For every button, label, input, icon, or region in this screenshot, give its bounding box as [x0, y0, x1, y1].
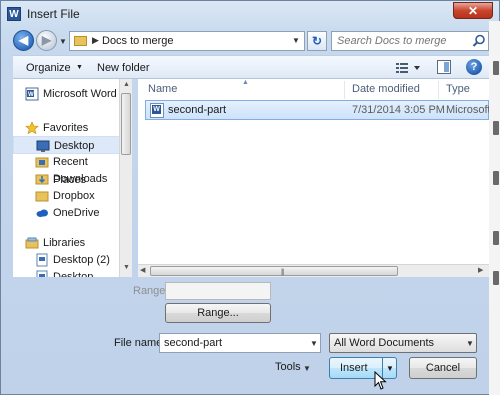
- nav-label: Favorites: [43, 122, 89, 134]
- recent-locations-chevron-icon[interactable]: ▼: [59, 37, 67, 46]
- scroll-up-icon[interactable]: ▲: [123, 81, 130, 88]
- file-name-input[interactable]: [160, 334, 306, 352]
- column-header-name[interactable]: Name: [148, 83, 177, 95]
- scrollbar-thumb[interactable]: [121, 93, 131, 155]
- nav-label: Libraries: [43, 237, 86, 249]
- window-title: Insert File: [27, 7, 80, 21]
- forward-button[interactable]: ▶: [36, 30, 57, 51]
- scroll-left-icon[interactable]: ◀: [140, 266, 145, 274]
- column-divider[interactable]: [344, 81, 345, 99]
- tools-button[interactable]: Tools: [275, 361, 301, 373]
- column-header-type[interactable]: Type: [446, 83, 470, 95]
- search-icon[interactable]: [472, 34, 486, 48]
- star-icon: [25, 121, 39, 135]
- onedrive-icon: [36, 209, 48, 217]
- background-document: [489, 21, 500, 395]
- dropbox-icon: [35, 191, 49, 202]
- nav-item-microsoft-word[interactable]: W Microsoft Word: [13, 85, 119, 103]
- breadcrumb-current-folder[interactable]: Docs to merge: [102, 35, 174, 47]
- nav-label: Desktop (2): [53, 254, 110, 266]
- svg-text:W: W: [28, 92, 34, 98]
- help-icon[interactable]: ?: [466, 59, 482, 75]
- scroll-down-icon[interactable]: ▼: [123, 264, 130, 271]
- chevron-down-icon[interactable]: ▼: [310, 339, 318, 348]
- file-date-cell: 7/31/2014 3:05 PM: [352, 104, 445, 116]
- nav-item-onedrive[interactable]: OneDrive: [13, 204, 119, 222]
- breadcrumb-separator-icon[interactable]: ▶: [92, 35, 99, 46]
- change-view-icon[interactable]: [395, 61, 423, 75]
- mouse-pointer-icon: [374, 371, 387, 390]
- address-dropdown-icon[interactable]: ▼: [292, 36, 300, 45]
- search-input[interactable]: [332, 32, 470, 50]
- table-row[interactable]: second-part 7/31/2014 3:05 PM Microsoft: [145, 100, 489, 120]
- nav-item-favorites[interactable]: Favorites: [13, 119, 119, 137]
- command-bar: Organize ▼ New folder ?: [13, 55, 489, 79]
- organize-dropdown-icon[interactable]: ▼: [76, 64, 83, 71]
- nav-item-desktop-2[interactable]: Desktop (2): [13, 251, 119, 269]
- insert-button-label: Insert: [340, 362, 368, 374]
- nav-item-recent-places[interactable]: Recent Places: [13, 153, 119, 186]
- nav-label: Desktop: [53, 271, 94, 277]
- desktop-icon: [36, 270, 48, 277]
- nav-item-desktop-3[interactable]: Desktop: [13, 268, 119, 277]
- refresh-button[interactable]: ↻: [307, 31, 327, 51]
- file-type-selected: All Word Documents: [334, 337, 435, 349]
- recent-places-icon: [35, 157, 49, 168]
- libraries-icon: [25, 237, 39, 249]
- tools-dropdown-icon[interactable]: ▼: [303, 364, 311, 373]
- file-name-label: File name:: [114, 337, 166, 349]
- navigation-pane: W Microsoft Word Favorites Desktop Recen…: [13, 79, 131, 277]
- nav-item-dropbox[interactable]: Dropbox: [13, 187, 119, 205]
- file-list: ▲ Name Date modified Type second-part 7/…: [138, 79, 489, 277]
- nav-label: Downloads: [53, 173, 108, 185]
- column-header-date-modified[interactable]: Date modified: [352, 83, 420, 95]
- back-button[interactable]: ◀: [13, 30, 34, 51]
- nav-label: Microsoft Word: [43, 88, 117, 100]
- word-doc-icon: W: [25, 87, 39, 101]
- word-doc-icon: [150, 103, 164, 118]
- nav-label: Dropbox: [53, 190, 95, 202]
- range-button[interactable]: Range...: [165, 303, 271, 323]
- organize-button[interactable]: Organize: [26, 62, 71, 74]
- file-name-cell: second-part: [168, 104, 227, 116]
- nav-item-desktop[interactable]: Desktop: [13, 136, 121, 154]
- file-type-select[interactable]: All Word Documents ▼: [329, 333, 477, 353]
- range-label: Range:: [133, 285, 169, 297]
- file-name-combobox[interactable]: ▼: [159, 333, 321, 353]
- preview-pane-icon[interactable]: [437, 60, 451, 74]
- scroll-right-icon[interactable]: ▶: [478, 266, 483, 274]
- scrollbar-thumb[interactable]: |||: [150, 266, 398, 276]
- chevron-down-icon[interactable]: ▼: [466, 339, 474, 348]
- word-app-icon: W: [7, 7, 21, 21]
- close-button[interactable]: ✕: [453, 2, 493, 19]
- nav-pane-scrollbar[interactable]: ▲ ▼: [119, 79, 132, 277]
- address-bar[interactable]: ▶ Docs to merge ▼: [69, 31, 305, 51]
- column-divider[interactable]: [438, 81, 439, 99]
- desktop-icon: [36, 253, 48, 267]
- search-box[interactable]: [331, 31, 489, 51]
- sort-indicator-icon: ▲: [242, 79, 249, 86]
- folder-icon: [74, 36, 87, 46]
- nav-item-downloads[interactable]: Downloads: [13, 170, 119, 188]
- cancel-button[interactable]: Cancel: [409, 357, 477, 379]
- range-field: [165, 282, 271, 300]
- nav-label: OneDrive: [53, 207, 100, 219]
- downloads-icon: [35, 174, 49, 185]
- file-type-cell: Microsoft: [446, 104, 489, 116]
- file-list-horizontal-scrollbar[interactable]: ◀ ||| ▶: [138, 264, 489, 277]
- new-folder-button[interactable]: New folder: [97, 62, 150, 74]
- nav-item-libraries[interactable]: Libraries: [13, 234, 119, 252]
- insert-file-dialog: W Insert File ✕ ◀ ▶ ▼ ▶ Docs to merge ▼ …: [0, 0, 500, 395]
- title-bar: W Insert File ✕: [1, 1, 499, 27]
- desktop-icon: [36, 140, 50, 152]
